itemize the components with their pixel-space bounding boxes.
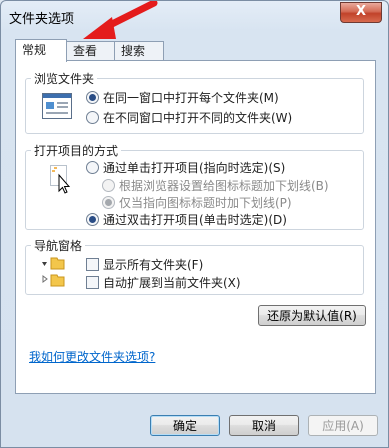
cancel-button[interactable]: 取消 [229,415,299,436]
close-button[interactable]: X [340,2,382,23]
double-click-label: 通过双击打开项目(单击时选定)(D) [103,213,287,227]
open-new-window-label: 在不同窗口中打开不同的文件夹(W) [103,111,293,125]
checkbox-icon[interactable] [86,258,99,271]
auto-expand-label: 自动扩展到当前文件夹(X) [103,276,241,290]
tab-view[interactable]: 查看 [66,41,116,60]
click-items-title: 打开项目的方式 [31,142,122,159]
single-click-label: 通过单击打开项目(指向时选定)(S) [103,161,286,175]
underline-browser-option: 根据浏览器设置给图标标题加下划线(B) [102,179,329,193]
folder-tree-icon [42,256,76,293]
underline-hover-option: 仅当指向图标标题时加下划线(P) [102,196,292,210]
radio-selected-icon[interactable] [86,91,99,104]
browse-folders-title: 浏览文件夹 [31,70,98,87]
radio-disabled-selected-icon [102,196,115,209]
window-title: 文件夹选项 [9,12,75,27]
show-all-folders-label: 显示所有文件夹(F) [103,258,204,272]
click-items-group: 打开项目的方式 通过单击打开项目(指向时选定)(S) 根据浏览器设置给图标标题加… [25,142,364,230]
open-new-window-option[interactable]: 在不同窗口中打开不同的文件夹(W) [86,111,292,125]
apply-button: 应用(A) [308,415,378,436]
underline-hover-label: 仅当指向图标标题时加下划线(P) [119,196,292,210]
navigation-pane-group: 导航窗格 显示所有文件夹(F) 自动扩展到当前文件夹(X) [25,237,364,295]
radio-icon[interactable] [86,161,99,174]
radio-icon[interactable] [86,111,99,124]
help-link[interactable]: 我如何更改文件夹选项? [29,348,155,365]
folder-options-window: 文件夹选项 X 常规 查看 搜索 浏览文件夹 在同一窗口中打开每个文件夹(M) [0,0,389,448]
restore-defaults-button[interactable]: 还原为默认值(R) [258,305,366,326]
tab-general[interactable]: 常规 [15,39,67,62]
navigation-pane-title: 导航窗格 [31,237,86,254]
open-same-window-label: 在同一窗口中打开每个文件夹(M) [103,91,279,105]
show-all-folders-option[interactable]: 显示所有文件夹(F) [86,258,203,272]
radio-disabled-icon [102,179,115,192]
browse-folders-group: 浏览文件夹 在同一窗口中打开每个文件夹(M) 在不同窗口中打开不同的文件夹(W) [25,70,364,134]
window-preview-icon [42,93,72,122]
open-same-window-option[interactable]: 在同一窗口中打开每个文件夹(M) [86,91,279,105]
tab-search[interactable]: 搜索 [114,41,164,60]
general-tab-panel: 浏览文件夹 在同一窗口中打开每个文件夹(M) 在不同窗口中打开不同的文件夹(W) [15,60,376,394]
title-bar[interactable]: 文件夹选项 X [1,1,388,29]
underline-browser-label: 根据浏览器设置给图标标题加下划线(B) [119,179,329,193]
checkbox-icon[interactable] [86,276,99,289]
click-cursor-icon [50,165,74,198]
ok-button[interactable]: 确定 [150,415,220,436]
auto-expand-option[interactable]: 自动扩展到当前文件夹(X) [86,276,241,290]
radio-selected-icon[interactable] [86,213,99,226]
single-click-option[interactable]: 通过单击打开项目(指向时选定)(S) [86,161,285,175]
double-click-option[interactable]: 通过双击打开项目(单击时选定)(D) [86,213,287,227]
